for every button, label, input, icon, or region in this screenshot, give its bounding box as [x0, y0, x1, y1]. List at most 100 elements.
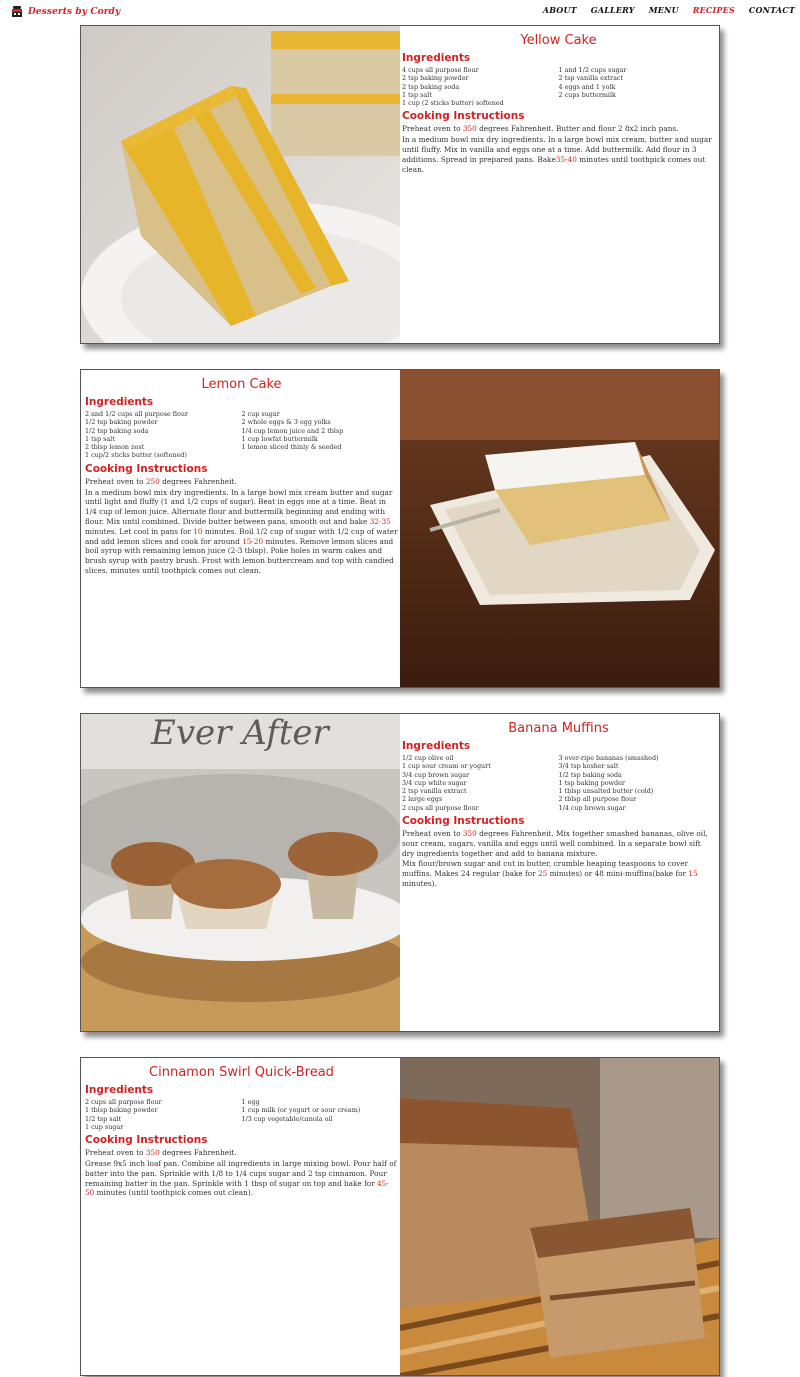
instruction-paragraph: Preheat oven to 350 degrees Fahrenheit. … — [402, 124, 715, 134]
instruction-text-segment: minutes) or 48 mini-muffins(bake for — [547, 869, 689, 879]
ingredient-item: 2 tsp vanilla extract — [402, 787, 467, 796]
instructions-text: Preheat oven to 350 degrees Fahrenheit. … — [402, 124, 715, 174]
ingredients-column-1: 2 and 1/2 cups all purpose flour 1/2 tsp … — [85, 410, 242, 460]
instruction-text-segment: minutes). — [402, 879, 437, 889]
ingredients-heading: Ingredients — [85, 396, 154, 408]
instruction-text-segment: minutes. Let cool in pans for — [85, 526, 194, 536]
highlighted-value: 350 — [462, 829, 477, 839]
instructions-heading: Cooking Instructions — [402, 110, 525, 123]
ingredient-item: 1 tsp baking powder — [558, 778, 625, 787]
brand-name: Desserts by Cordy — [28, 6, 121, 17]
instruction-paragraph: In a medium bowl mix dry ingredients. In… — [402, 135, 715, 174]
ingredient-item: 1 tblsp unsalted butter (cold) — [558, 787, 654, 796]
ingredient-item: 2 cups all purpose flour — [402, 803, 479, 812]
ingredients-list: 4 cups all purpose flour 2 tsp baking pow… — [402, 66, 715, 107]
instruction-text-segment: Grease 9x5 inch loaf pan. Combine all in… — [85, 1158, 397, 1188]
ingredient-item: 1 and 1/2 cups sugar — [558, 66, 627, 74]
highlighted-value: 32-35 — [369, 516, 391, 526]
highlighted-value: 15-20 — [242, 536, 264, 546]
ingredient-item: 1 cup lowfat buttermilk — [241, 434, 318, 443]
ingredient-item: 1 cup (2 sticks butter) softened — [402, 99, 504, 108]
recipe-card-cinnamon-bread: Cinnamon Swirl Quick-Bread Ingredients 2… — [80, 1057, 720, 1376]
ingredient-item: 1/2 cup olive oil — [402, 754, 454, 762]
cinnamon-bread-photo — [400, 1058, 719, 1375]
recipe-card-yellow-cake: Yellow Cake Ingredients 4 cups all purpo… — [80, 25, 720, 344]
highlighted-value: 250 — [145, 476, 160, 486]
ingredients-heading: Ingredients — [85, 1084, 154, 1096]
ingredient-item: 2 tsp baking powder — [402, 74, 469, 83]
recipe-card-banana-muffins: Ever After Banana Muffins Ingredients 1/… — [80, 713, 720, 1032]
ingredient-item: 2 whole eggs & 3 egg yolks — [241, 418, 331, 427]
instruction-paragraph: Grease 9x5 inch loaf pan. Combine all in… — [85, 1159, 398, 1198]
instruction-paragraph: Mix flour/brown sugar and cut in butter,… — [402, 859, 715, 888]
ingredient-item: 1/2 tsp baking powder — [85, 418, 158, 427]
instruction-text-segment: degrees Fahrenheit. — [159, 1148, 237, 1158]
sign-text: Ever After — [150, 714, 331, 753]
ingredient-item: 1 cup sour cream or yogurt — [402, 762, 491, 771]
nav-menu[interactable]: MENU — [649, 5, 679, 15]
recipe-title: Lemon Cake — [201, 377, 282, 392]
nav-about[interactable]: ABOUT — [543, 5, 577, 15]
instruction-text-segment: Preheat oven to — [85, 1148, 146, 1158]
ingredient-item: 1 tsp salt — [402, 90, 432, 99]
ingredients-column-1: 4 cups all purpose flour 2 tsp baking pow… — [402, 66, 559, 107]
ingredient-item: 1 cup sugar — [85, 1122, 124, 1131]
highlighted-value: 350 — [462, 124, 477, 134]
instruction-text-segment: minutes (until toothpick comes out clean… — [94, 1188, 254, 1198]
ingredient-item: 1/3 cup vegetable/canola oil — [241, 1114, 333, 1123]
instruction-paragraph: In a medium bowl mix dry ingredients. In… — [85, 488, 398, 576]
ingredient-item: 3/4 tsp kosher salt — [558, 762, 619, 771]
main-nav: ABOUT GALLERY MENU RECIPES CONTACT — [543, 5, 795, 15]
instructions-text: Preheat oven to 250 degrees Fahrenheit. I… — [85, 477, 398, 576]
nav-contact[interactable]: CONTACT — [749, 5, 795, 15]
ingredient-item: 1 tsp salt — [85, 434, 115, 443]
nav-recipes[interactable]: RECIPES — [693, 5, 735, 15]
highlighted-value: 25 — [537, 869, 548, 879]
ingredient-item: 1 tblsp baking powder — [85, 1106, 158, 1115]
ingredient-item: 2 and 1/2 cups all purpose flour — [85, 410, 189, 418]
ingredient-item: 4 cups all purpose flour — [402, 66, 479, 74]
ingredient-item: 2 cups buttermilk — [558, 90, 616, 99]
yellow-cake-details: Yellow Cake Ingredients 4 cups all purpo… — [398, 26, 719, 343]
highlighted-value: 15 — [688, 869, 698, 879]
instructions-text: Preheat oven to 350 degrees Fahrenheit. G… — [85, 1148, 398, 1198]
ingredient-item: 2 tsp baking soda — [402, 82, 460, 91]
ingredient-item: 1/2 tsp salt — [85, 1114, 121, 1123]
ingredients-column-1: 1/2 cup olive oil 1 cup sour cream or yog… — [402, 754, 559, 812]
instruction-text-segment: degrees Fahrenheit. — [159, 476, 237, 486]
banana-muffins-details: Banana Muffins Ingredients 1/2 cup olive… — [398, 714, 719, 1031]
highlighted-value: 10 — [193, 526, 203, 536]
ingredients-column-1: 2 cups all purpose flour 1 tblsp baking p… — [85, 1098, 242, 1131]
ingredients-column-2: 1 egg 1 cup milk (or yogurt or sour cream… — [242, 1098, 399, 1131]
recipe-title: Banana Muffins — [508, 721, 609, 736]
ingredient-item: 3 over-ripe bananas (smashed) — [558, 754, 659, 762]
instruction-text-segment: degrees Fahrenheit. Butter and flour 2 8… — [476, 124, 679, 134]
ingredient-item: 2 tblsp all purpose flour — [558, 795, 637, 804]
instructions-text: Preheat oven to 350 degrees Fahrenheit. … — [402, 829, 715, 889]
ingredients-list: 2 and 1/2 cups all purpose flour 1/2 tsp … — [85, 410, 398, 460]
instructions-heading: Cooking Instructions — [402, 815, 525, 828]
ingredient-item: 1/4 cup lemon juice and 2 tblsp — [241, 426, 344, 435]
instruction-paragraph: Preheat oven to 250 degrees Fahrenheit. — [85, 477, 398, 487]
recipe-title: Cinnamon Swirl Quick-Bread — [149, 1065, 334, 1080]
ingredient-item: 1 egg — [241, 1098, 260, 1106]
ingredients-column-2: 1 and 1/2 cups sugar 2 tsp vanilla extrac… — [559, 66, 716, 107]
top-navigation-bar: Desserts by Cordy ABOUT GALLERY MENU REC… — [0, 0, 800, 24]
brand-logo[interactable]: Desserts by Cordy — [11, 5, 120, 18]
ingredient-item: 1/4 cup brown sugar — [558, 803, 626, 812]
instructions-heading: Cooking Instructions — [85, 1134, 208, 1147]
highlighted-value: 35-40 — [555, 154, 577, 164]
ingredients-column-2: 2 cup sugar 2 whole eggs & 3 egg yolks 1/4… — [242, 410, 399, 460]
ingredient-item: 3/4 cup brown sugar — [402, 770, 470, 779]
ingredient-item: 2 large eggs — [402, 795, 443, 804]
highlighted-value: 350 — [145, 1148, 160, 1158]
nav-gallery[interactable]: GALLERY — [591, 5, 635, 15]
instruction-text-segment: Preheat oven to — [402, 829, 463, 839]
instruction-paragraph: Preheat oven to 350 degrees Fahrenheit. — [85, 1148, 398, 1158]
ingredients-list: 1/2 cup olive oil 1 cup sour cream or yog… — [402, 754, 715, 812]
ingredient-item: 1 lemon sliced thinly & seeded — [241, 443, 342, 452]
instruction-paragraph: Preheat oven to 350 degrees Fahrenheit. … — [402, 829, 715, 858]
lemon-cake-details: Lemon Cake Ingredients 2 and 1/2 cups al… — [81, 370, 402, 687]
ingredients-column-2: 3 over-ripe bananas (smashed) 3/4 tsp kos… — [559, 754, 716, 812]
lemon-cake-photo — [400, 370, 719, 687]
